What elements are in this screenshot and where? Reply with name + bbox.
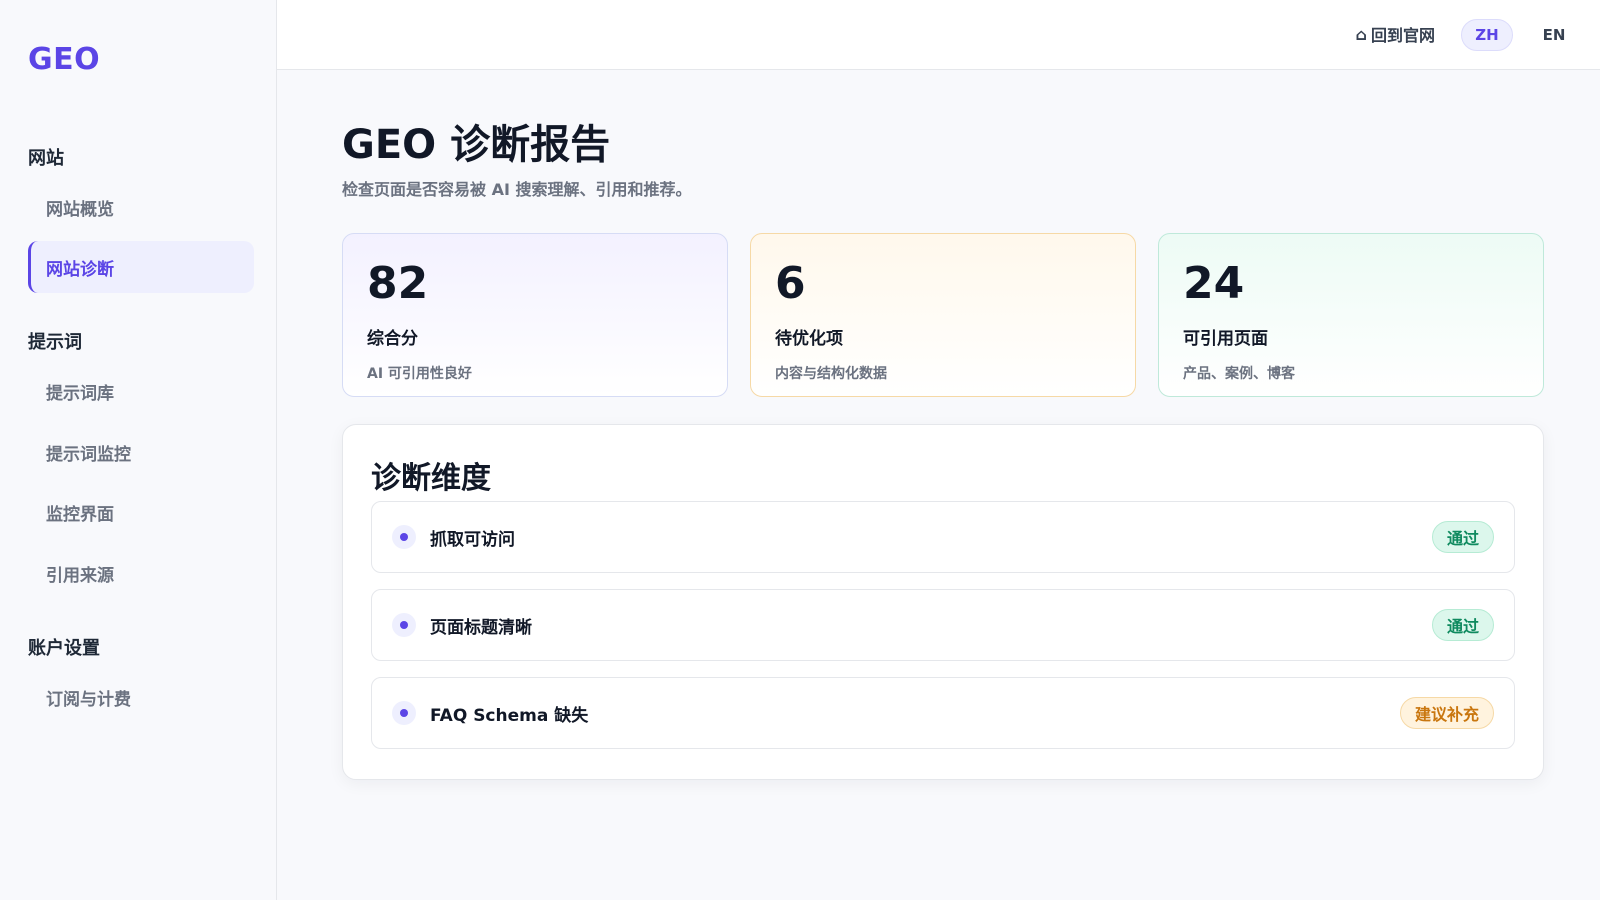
top-bar: ⌂ 回到官网 ZH EN [277,0,1600,70]
sidebar-item-label: 监控界面 [46,504,114,525]
sidebar-item-citation-sources[interactable]: 引用来源 [28,547,254,599]
status-dot-icon [392,525,416,549]
status-badge: 通过 [1431,521,1494,553]
back-to-website-link[interactable]: ⌂ 回到官网 [1356,22,1435,46]
sidebar-item-label: 订阅与计费 [46,689,131,710]
dimension-label: 抓取可访问 [430,529,515,550]
page-title: GEO 诊断报告 [342,122,611,168]
back-to-website-label: 回到官网 [1370,26,1435,45]
status-badge: 通过 [1431,609,1494,641]
sidebar-item-label: 引用来源 [46,565,114,586]
section-title: 诊断维度 [371,461,491,496]
lang-toggle-en[interactable]: EN [1532,19,1576,51]
stat-card-citable-pages: 24 可引用页面 产品、案例、博客 [1158,233,1544,397]
dimension-label: FAQ Schema 缺失 [430,705,589,726]
status-dot-icon [392,701,416,725]
stat-description: 内容与结构化数据 [775,366,887,382]
nav-group-title-website: 网站 [28,148,64,169]
sidebar-item-label: 提示词监控 [46,444,131,465]
lang-toggle-zh[interactable]: ZH [1461,19,1513,51]
stat-label: 可引用页面 [1183,329,1268,349]
dimension-label: 页面标题清晰 [430,617,532,638]
sidebar-item-label: 网站概览 [46,199,114,220]
home-icon: ⌂ [1355,24,1367,44]
stat-label: 待优化项 [775,329,843,349]
dimension-row-faq-schema-missing[interactable]: FAQ Schema 缺失 建议补充 [371,677,1515,749]
sidebar-item-site-overview[interactable]: 网站概览 [28,181,254,233]
sidebar-item-label: 提示词库 [46,383,114,404]
stat-value: 6 [775,258,806,309]
stat-value: 24 [1183,258,1245,309]
dimension-row-crawl-accessible[interactable]: 抓取可访问 通过 [371,501,1515,573]
sidebar: GEO 网站 网站概览 网站诊断 提示词 提示词库 提示词监控 监控界面 引用来… [0,0,277,900]
stat-description: AI 可引用性良好 [367,366,472,382]
status-dot-icon [392,613,416,637]
sidebar-item-label: 网站诊断 [46,259,114,280]
status-badge: 建议补充 [1399,697,1494,729]
stat-description: 产品、案例、博客 [1183,366,1295,382]
stat-label: 综合分 [367,329,418,349]
nav-group-title-account: 账户设置 [28,638,100,659]
sidebar-item-prompt-library[interactable]: 提示词库 [28,365,254,417]
diagnosis-dimensions-panel: 诊断维度 抓取可访问 通过 页面标题清晰 通过 FAQ Schema 缺失 建议… [342,424,1544,780]
sidebar-item-prompt-monitoring[interactable]: 提示词监控 [28,426,254,478]
page-subtitle: 检查页面是否容易被 AI 搜索理解、引用和推荐。 [342,180,692,199]
dimension-row-page-title-clear[interactable]: 页面标题清晰 通过 [371,589,1515,661]
sidebar-item-subscription-billing[interactable]: 订阅与计费 [28,671,254,723]
sidebar-item-site-diagnosis[interactable]: 网站诊断 [28,241,254,293]
brand-logo[interactable]: GEO [28,42,100,77]
stat-card-pending-items: 6 待优化项 内容与结构化数据 [750,233,1136,397]
sidebar-item-monitor-interface[interactable]: 监控界面 [28,486,254,538]
stat-value: 82 [367,258,429,309]
stat-card-overall-score: 82 综合分 AI 可引用性良好 [342,233,728,397]
nav-group-title-prompts: 提示词 [28,332,82,353]
